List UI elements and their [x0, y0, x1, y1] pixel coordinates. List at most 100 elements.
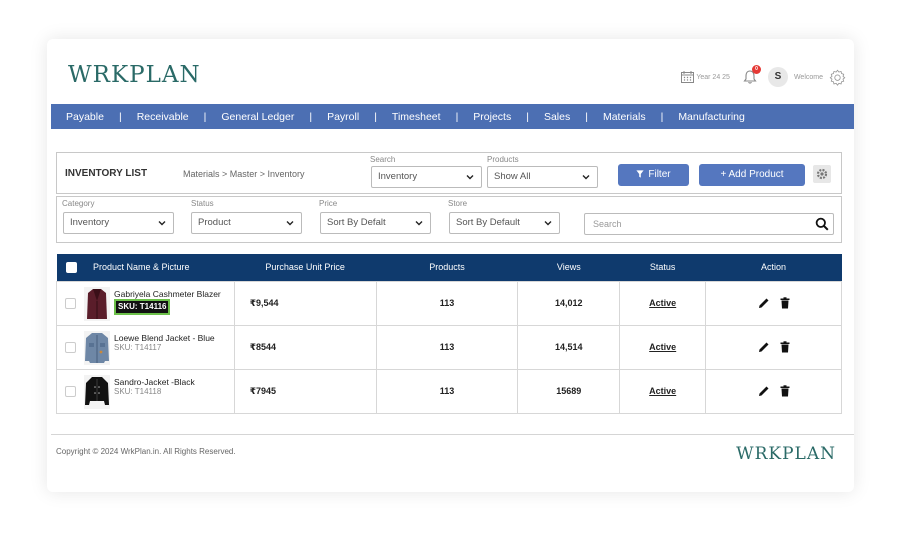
product-name[interactable]: Loewe Blend Jacket - Blue: [114, 333, 236, 343]
select-all-checkbox[interactable]: [65, 261, 77, 273]
status-label: Status: [191, 199, 214, 208]
nav-item-payable[interactable]: Payable: [66, 111, 104, 123]
table-row: Gabriyela Cashmeter Blazer SKU: T14116 ₹…: [56, 280, 842, 326]
column-header-action: Action: [705, 254, 842, 281]
action-cell: [705, 368, 842, 414]
row-checkbox[interactable]: [65, 341, 76, 353]
nav-item-general-ledger[interactable]: General Ledger: [221, 111, 294, 123]
product-sku: SKU: T14116: [114, 298, 171, 315]
product-cell: Sandro-Jacket -Black SKU: T14118: [56, 368, 236, 414]
product-info: Gabriyela Cashmeter Blazer SKU: T14116: [114, 289, 236, 315]
views-cell: 14,514: [517, 324, 621, 370]
chevron-down-icon: [466, 175, 474, 180]
price-cell: ₹8544: [233, 324, 377, 370]
action-cell: [705, 324, 842, 370]
black-jacket-icon: [84, 374, 110, 409]
trash-icon[interactable]: [780, 297, 790, 309]
edit-pencil-icon[interactable]: [758, 341, 770, 353]
footer-logo[interactable]: WRKPLAN: [736, 444, 836, 464]
gear-icon: [816, 168, 828, 180]
denim-jacket-icon: [84, 330, 110, 365]
table-settings-button[interactable]: [813, 165, 831, 183]
inventory-toolbar: INVENTORY LIST Materials > Master > Inve…: [56, 152, 842, 194]
store-select[interactable]: Sort By Default: [449, 212, 560, 234]
nav-item-payroll[interactable]: Payroll: [327, 111, 359, 123]
status-select[interactable]: Product: [191, 212, 302, 234]
chevron-down-icon: [415, 221, 423, 226]
nav-divider: |: [118, 110, 122, 123]
add-product-label: + Add Product: [720, 169, 784, 180]
column-header-price[interactable]: Purchase Unit Price: [234, 254, 377, 281]
views-cell: 15689: [517, 368, 621, 414]
nav-item-sales[interactable]: Sales: [544, 111, 570, 123]
category-value: Inventory: [70, 217, 110, 228]
column-header-views[interactable]: Views: [517, 254, 620, 281]
products-cell: 113: [375, 324, 519, 370]
row-checkbox[interactable]: [65, 297, 76, 309]
avatar[interactable]: S: [767, 67, 788, 87]
column-header-status[interactable]: Status: [619, 254, 706, 281]
calendar-icon: [681, 71, 695, 83]
product-sku: SKU: T14117: [114, 342, 162, 352]
category-select[interactable]: Inventory: [63, 212, 174, 234]
search-icon[interactable]: [815, 217, 829, 231]
products-cell: 113: [375, 368, 519, 414]
products-cell: 113: [375, 280, 519, 326]
search-select-label: Search: [370, 155, 396, 164]
column-header-product-label: Product Name & Picture: [93, 261, 190, 272]
status-link[interactable]: Active: [619, 324, 707, 370]
action-cell: [705, 280, 842, 326]
price-cell: ₹7945: [233, 368, 377, 414]
chevron-down-icon: [544, 221, 552, 226]
main-card: WRKPLAN Year 24 25 0 S Welcome Payable |…: [47, 39, 854, 492]
nav-divider: |: [374, 110, 377, 123]
products-select-value: Show All: [494, 171, 531, 182]
chevron-down-icon: [286, 221, 294, 226]
column-header-products[interactable]: Products: [376, 254, 518, 281]
search-select[interactable]: Inventory: [371, 166, 482, 188]
store-label: Store: [448, 199, 468, 208]
products-select[interactable]: Show All: [487, 166, 598, 188]
status-link[interactable]: Active: [619, 368, 707, 414]
add-product-button[interactable]: + Add Product: [699, 164, 805, 186]
nav-item-receivable[interactable]: Receivable: [137, 111, 189, 123]
row-checkbox[interactable]: [65, 385, 76, 397]
nav-item-materials[interactable]: Materials: [603, 111, 646, 123]
trash-icon[interactable]: [780, 341, 790, 353]
nav-divider: |: [203, 110, 207, 123]
status-value: Product: [198, 217, 231, 228]
nav-divider: |: [660, 110, 664, 123]
nav-item-projects[interactable]: Projects: [473, 111, 511, 123]
settings-gear-icon[interactable]: [829, 69, 846, 86]
products-select-label: Products: [487, 155, 519, 164]
page-title: INVENTORY LIST: [65, 168, 148, 179]
product-info: Sandro-Jacket -Black SKU: T14118: [114, 377, 236, 397]
notification-badge: 0: [751, 65, 761, 74]
year-label: Year 24 25: [696, 73, 730, 81]
breadcrumb[interactable]: Materials > Master > Inventory: [183, 169, 305, 179]
edit-pencil-icon[interactable]: [758, 385, 770, 397]
status-link[interactable]: Active: [619, 280, 707, 326]
product-cell: Gabriyela Cashmeter Blazer SKU: T14116: [56, 280, 236, 326]
year-selector[interactable]: Year 24 25: [681, 71, 730, 83]
product-sku: SKU: T14118: [114, 386, 162, 396]
nav-item-manufacturing[interactable]: Manufacturing: [678, 111, 745, 123]
product-cell: Loewe Blend Jacket - Blue SKU: T14117: [56, 324, 236, 370]
views-cell: 14,012: [517, 280, 621, 326]
search-input[interactable]: Search: [584, 213, 834, 235]
brand-logo[interactable]: WRKPLAN: [68, 62, 201, 88]
product-name[interactable]: Gabriyela Cashmeter Blazer: [114, 289, 236, 299]
filter-panel: Category Inventory Status Product Price …: [56, 196, 842, 243]
trash-icon[interactable]: [780, 385, 790, 397]
price-select[interactable]: Sort By Defalt: [320, 212, 431, 234]
copyright-text: Copyright © 2024 WrkPlan.in. All Rights …: [56, 447, 236, 456]
nav-item-timesheet[interactable]: Timesheet: [392, 111, 441, 123]
edit-pencil-icon[interactable]: [758, 297, 770, 309]
product-name[interactable]: Sandro-Jacket -Black: [114, 377, 236, 387]
filter-icon: [636, 170, 644, 178]
search-placeholder: Search: [593, 219, 622, 229]
inventory-table: Product Name & Picture Purchase Unit Pri…: [56, 254, 842, 414]
filter-button[interactable]: Filter: [618, 164, 689, 186]
notification-button[interactable]: 0: [742, 65, 761, 85]
nav-divider: |: [585, 110, 588, 123]
